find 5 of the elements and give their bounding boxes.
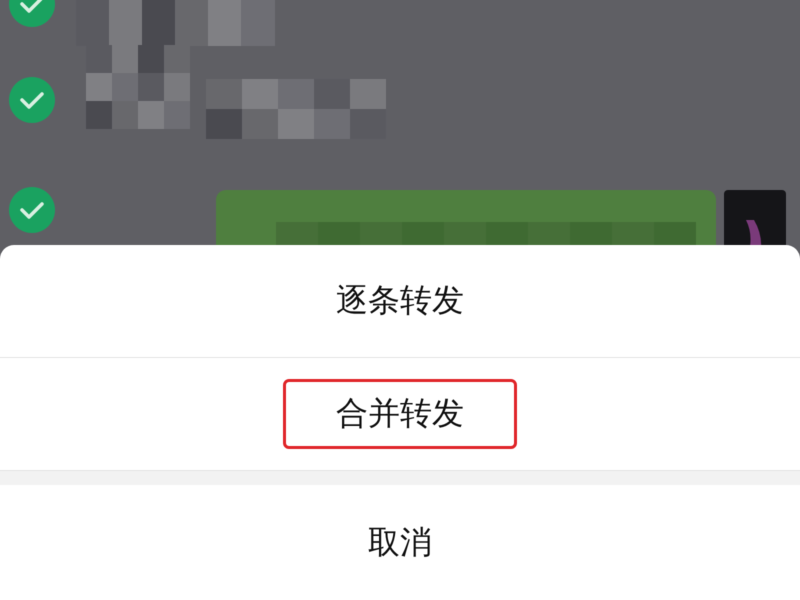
check-icon[interactable] <box>8 76 56 124</box>
forward-option[interactable]: 合并转发 <box>283 379 517 449</box>
forward-option[interactable]: 逐条转发 <box>283 266 517 336</box>
check-icon[interactable] <box>8 186 56 234</box>
cancel-button[interactable]: 取消 <box>315 508 485 578</box>
